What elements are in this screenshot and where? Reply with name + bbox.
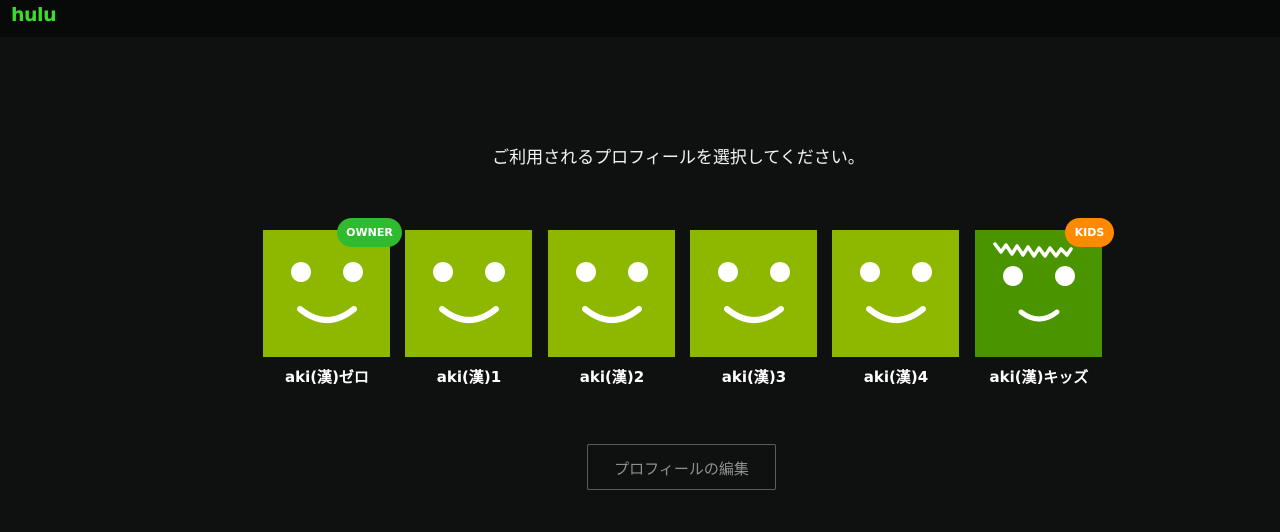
top-bar: hulu <box>0 0 1280 37</box>
profile-avatar[interactable] <box>832 230 959 357</box>
hulu-logo[interactable]: hulu <box>11 3 57 27</box>
profile-list: aki(漢)ゼロ OWNER aki(漢)1 aki(漢)2 aki(漢)3 a… <box>263 218 1123 400</box>
smiley-face-icon <box>718 262 790 323</box>
profile-card[interactable]: aki(漢)3 <box>690 230 818 386</box>
profile-avatar[interactable] <box>690 230 817 357</box>
profile-avatar[interactable] <box>263 230 390 357</box>
owner-badge: OWNER <box>337 218 402 247</box>
kids-badge: KIDS <box>1065 218 1114 247</box>
kids-smiley-face-icon <box>993 242 1075 322</box>
edit-profiles-button[interactable]: プロフィールの編集 <box>587 444 776 490</box>
smiley-face-icon <box>576 262 648 323</box>
profile-card[interactable]: aki(漢)2 <box>548 230 676 386</box>
profile-card[interactable]: aki(漢)キッズ KIDS <box>975 218 1114 386</box>
profile-card[interactable]: aki(漢)ゼロ OWNER <box>263 218 402 386</box>
profile-name[interactable]: aki(漢)キッズ <box>955 367 1123 387</box>
profile-card[interactable]: aki(漢)4 <box>832 230 960 386</box>
page-prompt: ご利用されるプロフィールを選択してください。 <box>492 148 865 168</box>
smiley-face-icon <box>291 262 363 323</box>
profile-card[interactable]: aki(漢)1 <box>405 230 533 386</box>
profile-avatar[interactable] <box>405 230 532 357</box>
smiley-face-icon <box>433 262 505 323</box>
profile-avatar[interactable] <box>548 230 675 357</box>
profile-avatar[interactable] <box>975 230 1102 357</box>
smiley-face-icon <box>860 262 932 323</box>
